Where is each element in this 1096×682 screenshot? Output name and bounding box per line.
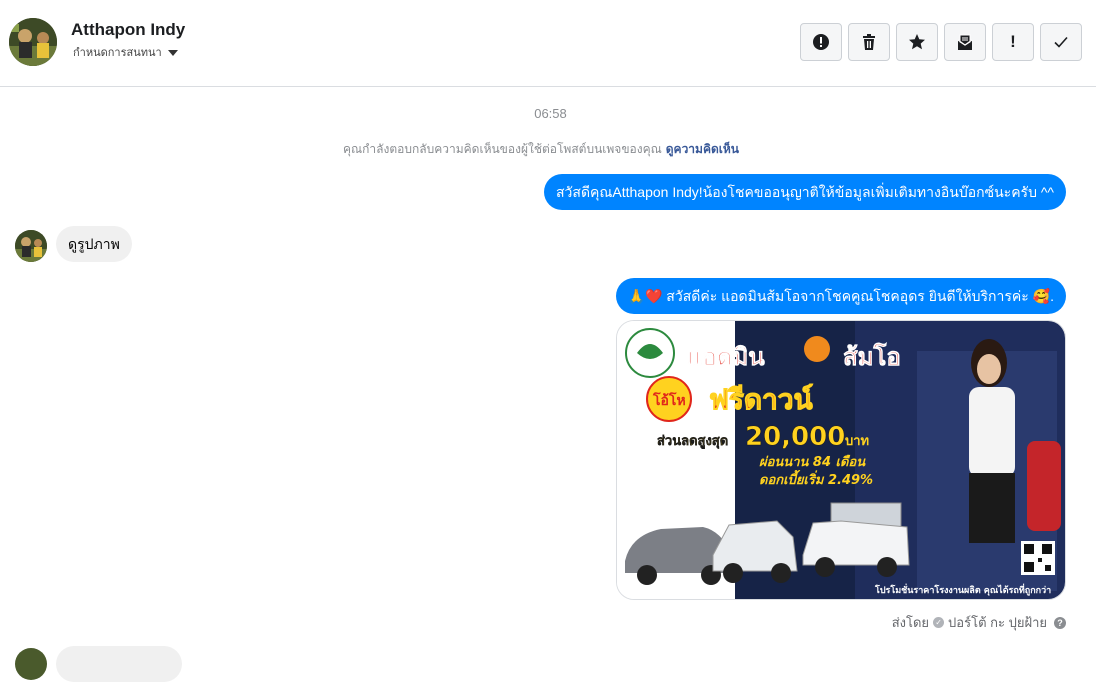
promo-title: ฟรีดาวน์ bbox=[709, 383, 813, 416]
contact-avatar[interactable] bbox=[9, 18, 57, 66]
sent-by-label: ส่งโดย bbox=[891, 615, 930, 630]
promo-image: แอดมิน ส้มโอ โอ้โห ฟรีดาวน์ ส่วนลดสูงสุด… bbox=[617, 321, 1065, 599]
conversation-header: Atthapon Indy กำหนดการสนทนา ! bbox=[0, 0, 1096, 87]
verified-icon: ✓ bbox=[933, 617, 945, 628]
thread-toolbar: ! bbox=[800, 23, 1082, 61]
discount-unit: บาท bbox=[845, 434, 869, 449]
done-button[interactable] bbox=[1040, 23, 1082, 61]
message-timestamp: 06:58 bbox=[534, 106, 567, 121]
star-icon bbox=[909, 34, 925, 50]
notice-text: คุณกำลังตอบกลับความคิดเห็นของผู้ใช้ต่อโพ… bbox=[343, 142, 662, 156]
car-seat bbox=[1027, 441, 1061, 531]
promo-image-attachment[interactable]: แอดมิน ส้มโอ โอ้โห ฟรีดาวน์ ส่วนลดสูงสุด… bbox=[616, 320, 1066, 600]
delete-button[interactable] bbox=[848, 23, 890, 61]
sender-avatar[interactable] bbox=[15, 230, 47, 262]
model-shirt bbox=[969, 387, 1015, 477]
important-button[interactable]: ! bbox=[992, 23, 1034, 61]
sent-by-name[interactable]: ปอร์โต้ กะ ปุยฝ้าย bbox=[948, 612, 1047, 633]
model-pants bbox=[969, 473, 1015, 543]
comment-reply-notice: คุณกำลังตอบกลับความคิดเห็นของผู้ใช้ต่อโพ… bbox=[0, 140, 1082, 159]
done-icon bbox=[1054, 36, 1068, 48]
report-icon bbox=[813, 34, 829, 50]
conversation-settings-dropdown[interactable]: กำหนดการสนทนา bbox=[73, 43, 178, 61]
sent-by-info: ส่งโดย ✓ ปอร์โต้ กะ ปุยฝ้าย ? bbox=[892, 612, 1066, 633]
discount-label: ส่วนลดสูงสุด bbox=[657, 434, 728, 449]
ad-headline-1: แอดมิน bbox=[687, 343, 765, 371]
message-bubble-incoming[interactable]: ดูรูปภาพ bbox=[56, 226, 132, 262]
important-icon: ! bbox=[1010, 32, 1016, 51]
star-button[interactable] bbox=[896, 23, 938, 61]
view-comment-link[interactable]: ดูความคิดเห็น bbox=[666, 142, 739, 156]
model-face bbox=[977, 354, 1001, 384]
trash-icon bbox=[863, 34, 875, 50]
mark-unread-button[interactable] bbox=[944, 23, 986, 61]
promo-badge: โอ้โห bbox=[652, 391, 686, 409]
installment-text: ผ่อนนาน 84 เดือน bbox=[759, 454, 866, 470]
message-bubble-incoming[interactable] bbox=[56, 646, 182, 682]
message-bubble-outgoing[interactable]: สวัสดีคุณAtthapon Indy!น้องโชคขออนุญาติใ… bbox=[544, 174, 1066, 210]
help-icon[interactable]: ? bbox=[1054, 616, 1066, 629]
caret-down-icon bbox=[167, 49, 178, 56]
mark-unread-icon bbox=[957, 34, 973, 50]
report-button[interactable] bbox=[800, 23, 842, 61]
conversation-settings-label: กำหนดการสนทนา bbox=[73, 47, 162, 59]
discount-value: 20,000 bbox=[745, 422, 845, 452]
orange-fruit-icon bbox=[804, 336, 830, 362]
message-bubble-outgoing[interactable]: 🙏❤️ สวัสดีค่ะ แอดมินส้มโอจากโชคคูณโชคอุด… bbox=[615, 278, 1066, 314]
contact-name[interactable]: Atthapon Indy bbox=[71, 20, 185, 40]
ad-headline-2: ส้มโอ bbox=[843, 342, 901, 371]
